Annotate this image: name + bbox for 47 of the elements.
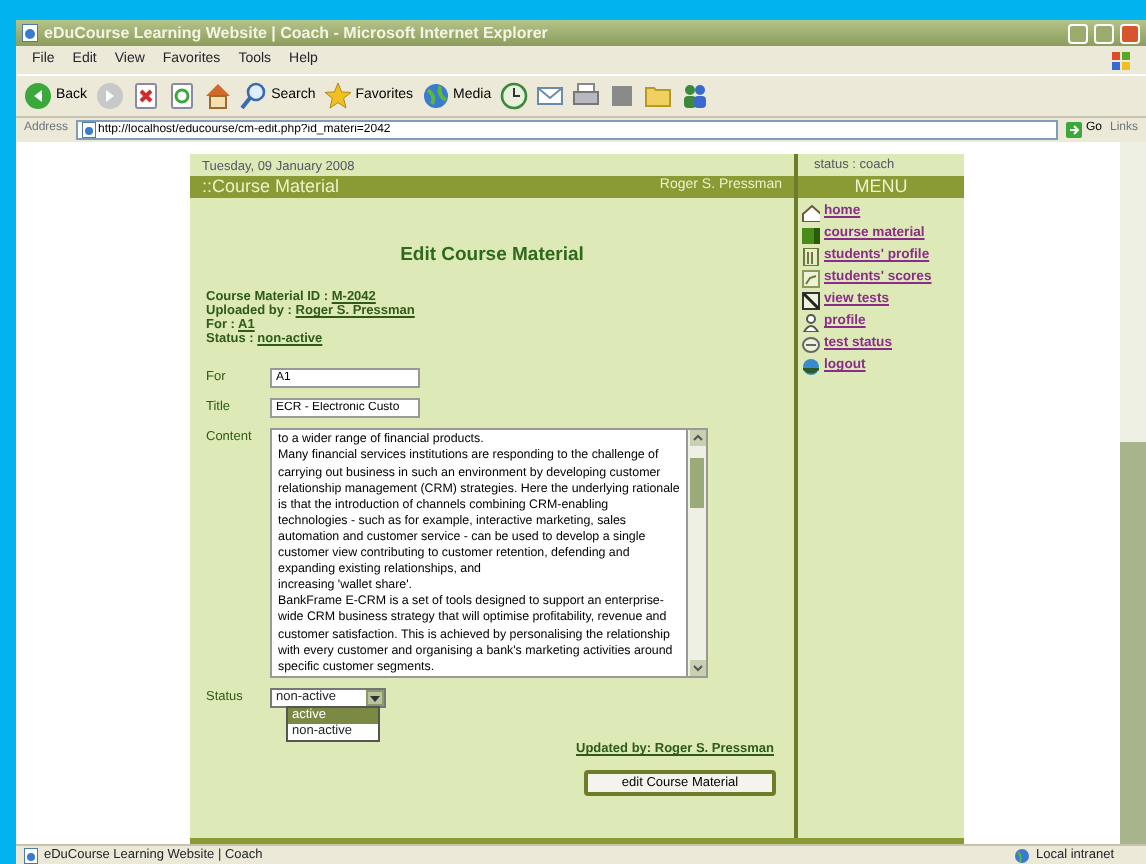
window-title: eDuCourse Learning Website | Coach - Microsoft Internet Explorer — [44, 23, 550, 43]
back-icon — [24, 82, 52, 110]
section-title: ::Course Material — [202, 176, 340, 198]
mail-button[interactable] — [535, 82, 564, 110]
folder-button[interactable] — [643, 82, 672, 110]
star-icon — [323, 82, 352, 110]
scrollbar-thumb[interactable] — [690, 458, 704, 509]
globe-icon — [802, 358, 820, 376]
scroll-down-icon — [689, 660, 705, 677]
scroll-up-icon — [689, 430, 705, 447]
refresh-icon — [167, 82, 196, 110]
edit-button[interactable] — [607, 82, 636, 110]
scrollbar[interactable] — [688, 428, 708, 679]
page-heading: Edit Course Material — [398, 244, 586, 267]
messenger-button[interactable] — [679, 82, 708, 110]
square-icon — [607, 82, 636, 110]
person-icon — [802, 314, 820, 332]
history-button[interactable] — [499, 82, 528, 110]
close-button[interactable] — [1120, 23, 1140, 43]
home-button[interactable] — [203, 82, 232, 110]
forward-icon — [95, 82, 124, 110]
go-arrow-icon — [1065, 122, 1082, 138]
mail-icon — [535, 82, 564, 110]
minimize-button[interactable] — [1068, 23, 1088, 43]
folder-icon — [643, 82, 672, 110]
home-icon — [203, 82, 232, 110]
globe-icon — [421, 82, 450, 110]
maximize-button[interactable] — [1094, 23, 1114, 43]
search-icon — [239, 82, 268, 110]
menu-header-bar: MENU — [798, 176, 964, 198]
document-icon — [802, 248, 820, 266]
stop-button[interactable] — [131, 82, 160, 110]
windows-logo-icon — [1112, 51, 1130, 69]
globe-icon — [1013, 847, 1030, 863]
page-scrollbar[interactable] — [1120, 142, 1146, 844]
clock-icon — [499, 82, 528, 110]
ie-page-icon — [22, 24, 38, 42]
people-icon — [679, 82, 708, 110]
scrollbar-thumb[interactable] — [1120, 442, 1146, 844]
print-button[interactable] — [571, 82, 600, 110]
stop-icon — [131, 82, 160, 110]
refresh-button[interactable] — [167, 82, 196, 110]
house-icon — [802, 204, 820, 222]
chart-icon — [802, 270, 820, 288]
printer-icon — [571, 82, 600, 110]
page-icon — [24, 847, 38, 863]
book-icon — [802, 226, 820, 244]
